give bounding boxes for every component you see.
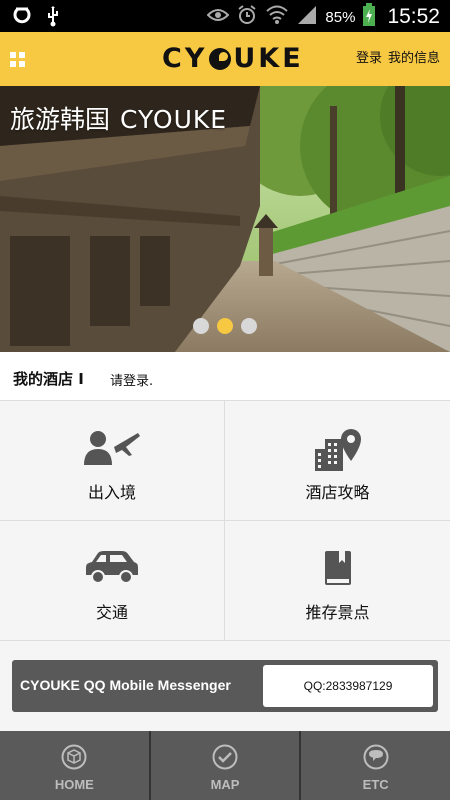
logo-text-uke: UKE [233, 43, 304, 74]
home-cube-icon [61, 744, 87, 774]
carousel-dot-1[interactable] [193, 318, 209, 334]
menu-item-label: 出入境 [87, 483, 136, 502]
chat-icon [363, 744, 389, 774]
messenger-label: CYOUKE QQ Mobile Messenger [20, 677, 231, 693]
usb-icon [46, 5, 60, 31]
menu-item-hotel-guide[interactable]: 酒店攻略 [225, 401, 450, 521]
app-header: CY UKE 登录 我的信息 [0, 32, 450, 86]
eye-icon [206, 7, 230, 27]
menu-item-transport[interactable]: 交通 [0, 521, 225, 641]
logo-o-mark [209, 47, 232, 70]
menu-item-label: 推存景点 [305, 603, 370, 622]
alarm-icon [236, 4, 258, 30]
feature-grid: 出入境 酒店攻略 交通 推存景点 [0, 401, 450, 641]
logo-text-cy: CY [162, 43, 208, 74]
qq-number-box[interactable]: QQ:2833987129 [263, 665, 433, 707]
banner-title-en: CYOUKE [120, 105, 228, 134]
tab-label: MAP [210, 777, 240, 792]
clock: 15:52 [387, 5, 440, 28]
carousel-dot-3[interactable] [241, 318, 257, 334]
tab-label: ETC [362, 777, 389, 792]
carousel-dots [193, 318, 257, 334]
menu-item-attractions[interactable]: 推存景点 [225, 521, 450, 641]
signal-icon [296, 4, 318, 30]
app-notification-icon [12, 5, 32, 31]
grid-menu-icon[interactable] [10, 52, 25, 67]
bottom-navigation: HOME MAP ETC [0, 731, 450, 800]
tab-map[interactable]: MAP [151, 731, 302, 800]
hotel-location-icon [313, 429, 363, 477]
banner-title-cn: 旅游韩国 [10, 105, 111, 134]
menu-item-label: 酒店攻略 [305, 483, 370, 502]
banner-title: 旅游韩国 CYOUKE [10, 100, 227, 136]
check-circle-icon [212, 744, 238, 774]
status-bar: 85% 15:52 [0, 0, 450, 32]
brand-logo[interactable]: CY UKE [162, 43, 304, 74]
book-icon [323, 549, 353, 591]
menu-item-label: 交通 [95, 603, 128, 622]
login-link[interactable]: 登录 [356, 47, 382, 66]
tab-label: HOME [54, 777, 94, 792]
my-hotel-label: 我的酒店 I [13, 370, 84, 388]
car-icon [84, 549, 140, 589]
my-info-link[interactable]: 我的信息 [388, 47, 440, 66]
qq-messenger-bar[interactable]: CYOUKE QQ Mobile Messenger QQ:2833987129 [12, 660, 438, 712]
battery-percent: 85% [325, 8, 356, 26]
tab-home[interactable]: HOME [0, 731, 151, 800]
tab-etc[interactable]: ETC [301, 731, 450, 800]
immigration-icon [84, 429, 140, 471]
menu-item-immigration[interactable]: 出入境 [0, 401, 225, 521]
my-hotel-bar: 我的酒店 I 请登录. [0, 352, 450, 401]
wifi-icon [265, 4, 289, 30]
hotel-login-link[interactable]: 请登录. [110, 370, 153, 389]
hero-banner[interactable]: 旅游韩国 CYOUKE [0, 86, 450, 352]
carousel-dot-2[interactable] [217, 318, 233, 334]
battery-charging-icon [362, 3, 376, 31]
